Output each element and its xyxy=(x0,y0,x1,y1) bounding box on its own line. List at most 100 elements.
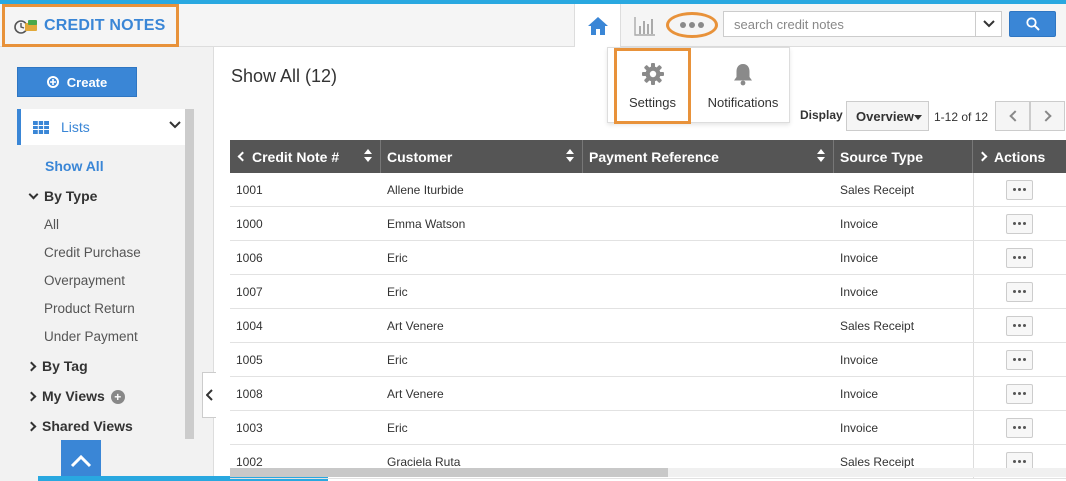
table-row[interactable]: 1004 Art Venere Sales Receipt xyxy=(230,309,1066,343)
nav-type-product-return[interactable]: Product Return xyxy=(44,301,135,316)
cell-actions xyxy=(973,207,1066,240)
reports-button[interactable] xyxy=(628,4,662,47)
cell-credit-note: 1003 xyxy=(236,420,263,435)
display-label: Display xyxy=(800,108,843,122)
dot-icon xyxy=(1013,256,1016,259)
table-row[interactable]: 1006 Eric Invoice xyxy=(230,241,1066,275)
cell-payment-reference xyxy=(583,173,834,206)
nav-shared-views[interactable]: Shared Views xyxy=(26,418,133,434)
column-credit-note[interactable]: Credit Note # xyxy=(230,140,381,173)
table-row[interactable]: 1000 Emma Watson Invoice xyxy=(230,207,1066,241)
settings-menu-item[interactable]: Settings xyxy=(614,48,691,124)
chevron-right-icon xyxy=(1039,110,1052,122)
sidebar: Create Lists Show All By Type All Credit… xyxy=(0,47,214,481)
cell-source-type: Invoice xyxy=(840,352,879,367)
column-label: Source Type xyxy=(840,148,923,165)
add-view-icon[interactable]: + xyxy=(110,390,125,405)
previous-page-button[interactable] xyxy=(995,101,1030,131)
cell-actions xyxy=(973,411,1066,444)
search-input[interactable] xyxy=(724,12,975,36)
nav-by-type[interactable]: By Type xyxy=(28,188,97,204)
nav-type-all[interactable]: All xyxy=(44,217,59,232)
lists-header[interactable]: Lists xyxy=(17,109,185,145)
table-header: Credit Note # Customer Payment Reference… xyxy=(230,140,1066,173)
nav-by-tag-label: By Tag xyxy=(42,358,88,374)
nav-by-tag[interactable]: By Tag xyxy=(26,358,88,374)
cell-actions xyxy=(973,241,1066,274)
row-actions-button[interactable] xyxy=(1006,281,1033,302)
next-page-button[interactable] xyxy=(1030,101,1065,131)
gear-icon xyxy=(641,63,664,85)
cell-customer: Emma Watson xyxy=(387,216,466,231)
nav-type-credit-purchase[interactable]: Credit Purchase xyxy=(44,245,141,260)
table-row[interactable]: 1005 Eric Invoice xyxy=(230,343,1066,377)
table-row[interactable]: 1001 Allene Iturbide Sales Receipt xyxy=(230,173,1066,207)
cell-payment-reference xyxy=(583,343,834,376)
nav-type-under-payment[interactable]: Under Payment xyxy=(44,329,138,344)
sidebar-scrollbar[interactable] xyxy=(185,109,194,439)
chevron-up-icon xyxy=(70,454,92,467)
dot-icon xyxy=(1018,426,1021,429)
row-actions-button[interactable] xyxy=(1006,349,1033,370)
cell-actions xyxy=(973,275,1066,308)
cell-payment-reference xyxy=(583,411,834,444)
scrollbar-thumb[interactable] xyxy=(230,468,668,477)
notifications-menu-item[interactable]: Notifications xyxy=(698,48,788,124)
nav-show-all[interactable]: Show All xyxy=(45,158,104,174)
row-actions-button[interactable] xyxy=(1006,383,1033,404)
column-payment-reference[interactable]: Payment Reference xyxy=(583,140,834,173)
search-box xyxy=(723,11,1002,37)
dot-icon xyxy=(680,22,686,28)
settings-label: Settings xyxy=(629,95,676,110)
cell-credit-note: 1008 xyxy=(236,386,263,401)
app-brand[interactable]: CREDIT NOTES xyxy=(2,4,179,47)
cell-customer: Eric xyxy=(387,352,408,367)
dot-icon xyxy=(1018,222,1021,225)
pager-range: 1-12 of 12 xyxy=(934,110,989,124)
chevron-left-icon[interactable] xyxy=(237,151,248,162)
bar-chart-icon xyxy=(634,16,655,36)
scroll-to-top-button[interactable] xyxy=(61,440,101,481)
chevron-right-icon[interactable] xyxy=(977,151,988,162)
table-row[interactable]: 1007 Eric Invoice xyxy=(230,275,1066,309)
row-actions-button[interactable] xyxy=(1006,213,1033,234)
search-button[interactable] xyxy=(1009,11,1056,37)
column-label: Customer xyxy=(387,148,453,165)
column-label: Payment Reference xyxy=(589,148,719,165)
collapse-sidebar-button[interactable] xyxy=(202,372,216,418)
cell-source-type: Sales Receipt xyxy=(840,182,915,197)
page-title: Show All (12) xyxy=(231,66,338,86)
cell-actions xyxy=(973,377,1066,410)
display-select[interactable]: Overview xyxy=(846,101,929,131)
notifications-label: Notifications xyxy=(707,95,779,110)
nav-my-views[interactable]: My Views + xyxy=(26,388,125,405)
nav-my-views-label: My Views xyxy=(42,388,105,404)
dot-icon xyxy=(1018,358,1021,361)
search-dropdown-button[interactable] xyxy=(975,12,1001,36)
row-actions-button[interactable] xyxy=(1006,247,1033,268)
table-row[interactable]: 1008 Art Venere Invoice xyxy=(230,377,1066,411)
chevron-down-icon xyxy=(28,189,39,200)
row-actions-button[interactable] xyxy=(1006,315,1033,336)
home-button[interactable] xyxy=(574,4,621,47)
cell-payment-reference xyxy=(583,377,834,410)
column-customer[interactable]: Customer xyxy=(381,140,583,173)
dot-icon xyxy=(1013,426,1016,429)
row-actions-button[interactable] xyxy=(1006,417,1033,438)
more-options-button[interactable] xyxy=(666,12,718,38)
dot-icon xyxy=(1023,426,1026,429)
table-horizontal-scrollbar[interactable] xyxy=(230,468,1066,477)
caret-down-icon xyxy=(914,115,922,120)
table-row[interactable]: 1003 Eric Invoice xyxy=(230,411,1066,445)
dot-icon xyxy=(1018,324,1021,327)
dot-icon xyxy=(1013,290,1016,293)
cell-customer: Eric xyxy=(387,284,408,299)
column-source-type[interactable]: Source Type xyxy=(834,140,973,173)
bell-icon xyxy=(734,64,752,86)
dot-icon xyxy=(698,22,704,28)
sort-icon xyxy=(817,149,825,163)
cell-payment-reference xyxy=(583,309,834,342)
row-actions-button[interactable] xyxy=(1006,179,1033,200)
nav-type-overpayment[interactable]: Overpayment xyxy=(44,273,125,288)
create-button[interactable]: Create xyxy=(17,67,137,97)
